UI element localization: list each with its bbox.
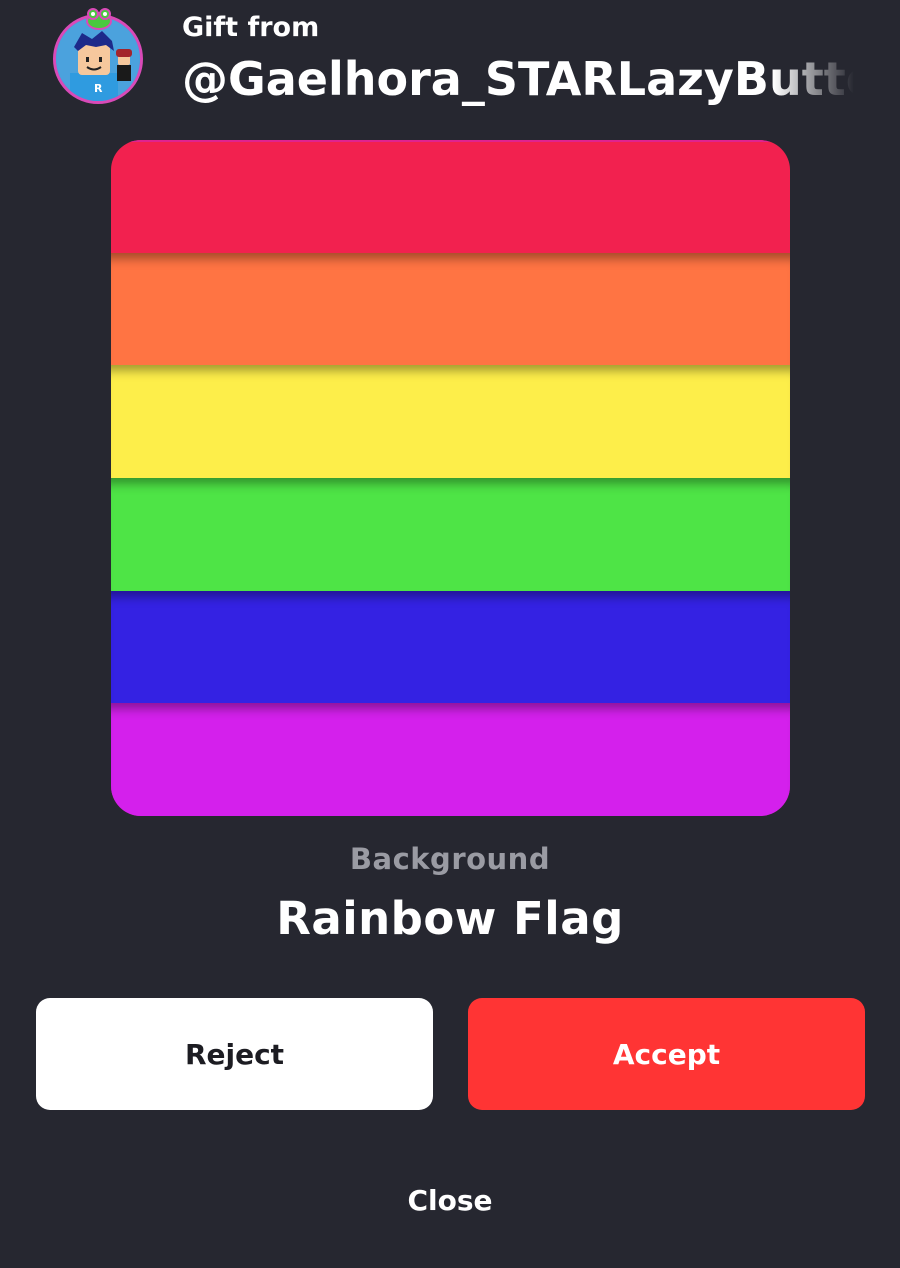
- frog-badge-icon: [86, 8, 112, 30]
- sender-avatar[interactable]: R: [53, 8, 143, 104]
- gift-dialog: R Gift from @Gaelhora_STARLazyButt Backg…: [0, 0, 900, 1268]
- flag-stripe: [111, 478, 790, 591]
- sender-username[interactable]: @Gaelhora_STARLazyButterfly: [182, 52, 854, 106]
- background-preview: [111, 140, 790, 816]
- accept-button[interactable]: Accept: [468, 998, 865, 1110]
- flag-stripe: [111, 591, 790, 703]
- flag-stripe: [111, 253, 790, 365]
- reject-button[interactable]: Reject: [36, 998, 433, 1110]
- item-type-label: Background: [349, 842, 551, 876]
- gift-header: R Gift from @Gaelhora_STARLazyButt: [0, 0, 900, 120]
- item-name: Rainbow Flag: [276, 892, 624, 945]
- flag-stripe: [111, 140, 790, 253]
- svg-text:R: R: [94, 82, 103, 95]
- gift-from-label: Gift from: [182, 12, 320, 43]
- close-button[interactable]: Close: [0, 1184, 900, 1217]
- flag-stripe: [111, 703, 790, 816]
- flag-stripe: [111, 365, 790, 478]
